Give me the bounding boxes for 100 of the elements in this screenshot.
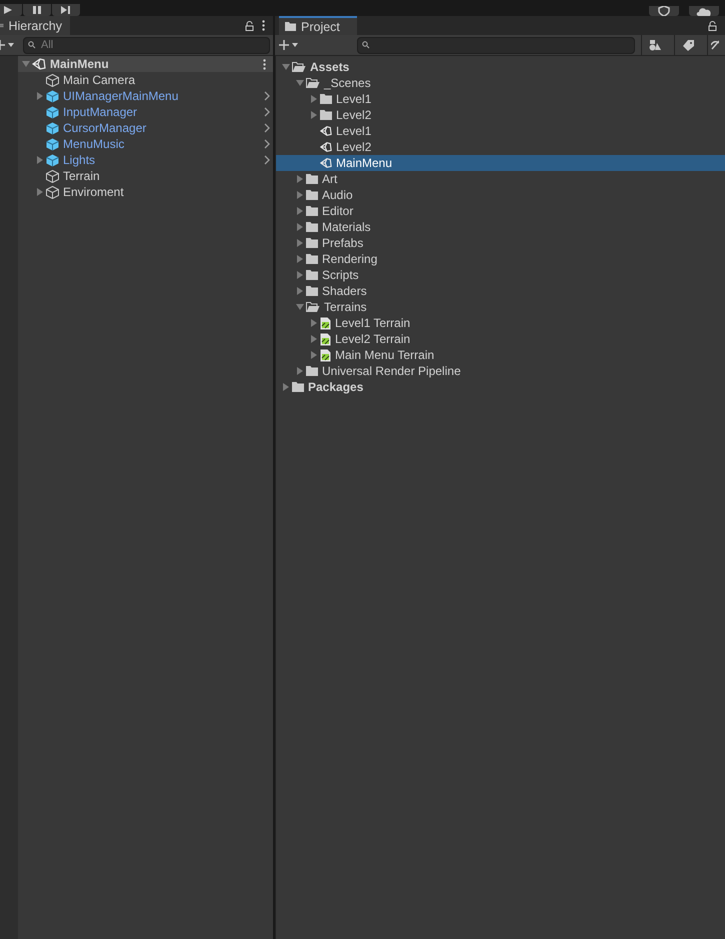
folder-name[interactable]: Prefabs xyxy=(322,236,364,250)
add-icon[interactable] xyxy=(0,40,17,50)
object-name[interactable]: InputManager xyxy=(63,105,138,119)
collapsed-arrow-icon[interactable] xyxy=(310,319,318,327)
folder-icon xyxy=(306,238,318,248)
folder-name[interactable]: Terrains xyxy=(324,300,367,314)
collapsed-arrow-icon[interactable] xyxy=(296,271,304,279)
terrain-file-icon xyxy=(320,332,331,346)
terrain-file-icon xyxy=(320,348,331,362)
folder-name[interactable]: Assets xyxy=(310,60,350,74)
terrain-file-icon xyxy=(320,316,331,330)
unity-logo-icon xyxy=(320,157,332,169)
folder-name[interactable]: Universal Render Pipeline xyxy=(322,364,461,378)
pause-icon xyxy=(33,6,41,14)
services-button[interactable] xyxy=(649,6,679,16)
hierarchy-tab[interactable]: Hierarchy xyxy=(0,16,70,35)
collapsed-arrow-icon[interactable] xyxy=(296,255,304,263)
collapsed-arrow-icon[interactable] xyxy=(282,383,290,391)
expanded-arrow-icon[interactable] xyxy=(296,79,304,87)
step-icon xyxy=(61,6,71,14)
collapsed-arrow-icon[interactable] xyxy=(296,175,304,183)
object-name[interactable]: Enviroment xyxy=(63,185,124,199)
asset-name[interactable]: Main Menu Terrain xyxy=(335,348,434,362)
collapsed-arrow-icon[interactable] xyxy=(310,95,318,103)
folder-name[interactable]: Art xyxy=(322,172,338,186)
add-icon[interactable] xyxy=(279,40,301,50)
folder-name[interactable]: Editor xyxy=(322,204,354,218)
collapsed-arrow-icon[interactable] xyxy=(296,239,304,247)
lock-icon[interactable] xyxy=(245,20,254,30)
cube-icon xyxy=(46,138,59,150)
collapsed-arrow-icon[interactable] xyxy=(310,335,318,343)
folder-icon xyxy=(306,286,318,296)
shield-icon xyxy=(658,6,670,16)
folder-name[interactable]: Scripts xyxy=(322,268,359,282)
collapsed-arrow-icon[interactable] xyxy=(36,156,44,164)
object-name[interactable]: MenuMusic xyxy=(63,137,124,151)
more-icon[interactable] xyxy=(262,20,265,31)
pause-button[interactable] xyxy=(23,4,51,16)
object-name[interactable]: CursorManager xyxy=(63,121,146,135)
collapsed-arrow-icon[interactable] xyxy=(296,207,304,215)
folder-icon xyxy=(285,22,296,31)
folder-icon xyxy=(306,222,318,232)
expanded-arrow-icon[interactable] xyxy=(22,60,30,68)
project-tab[interactable]: Project xyxy=(279,16,357,35)
folder-icon xyxy=(306,206,318,216)
collapsed-arrow-icon[interactable] xyxy=(296,191,304,199)
cube-icon xyxy=(46,154,59,166)
collapsed-arrow-icon[interactable] xyxy=(296,367,304,375)
collapsed-arrow-icon[interactable] xyxy=(310,111,318,119)
cube-outline-icon xyxy=(46,74,59,86)
folder-name[interactable]: Rendering xyxy=(322,252,378,266)
folder-name[interactable]: _Scenes xyxy=(324,76,371,90)
folder-name[interactable]: Level1 xyxy=(336,92,372,106)
folder-name[interactable]: Shaders xyxy=(322,284,367,298)
folder-icon xyxy=(306,366,318,376)
object-name[interactable]: Lights xyxy=(63,153,96,167)
cube-icon xyxy=(46,122,59,134)
collapsed-arrow-icon[interactable] xyxy=(296,287,304,295)
collapsed-arrow-icon[interactable] xyxy=(36,92,44,100)
folder-name[interactable]: Audio xyxy=(322,188,353,202)
asset-name[interactable]: Level2 xyxy=(336,140,372,154)
open-folder-icon xyxy=(292,62,306,72)
asset-name[interactable]: Level1 xyxy=(336,124,372,138)
search-field[interactable]: All xyxy=(23,36,270,54)
folder-name[interactable]: Level2 xyxy=(336,108,372,122)
folder-name[interactable]: Materials xyxy=(322,220,371,234)
cloud-button[interactable] xyxy=(689,6,719,16)
cube-icon xyxy=(46,90,59,102)
object-name[interactable]: Main Camera xyxy=(63,73,136,87)
unity-logo-icon xyxy=(320,125,332,137)
folder-icon xyxy=(306,190,318,200)
object-name[interactable]: UIManagerMainMenu xyxy=(63,89,178,103)
search-icon xyxy=(28,40,37,48)
folder-icon xyxy=(306,270,318,280)
folder-icon xyxy=(320,110,332,120)
step-button[interactable] xyxy=(52,4,80,16)
folder-name[interactable]: Packages xyxy=(308,380,364,394)
search-field[interactable] xyxy=(357,36,635,54)
collapsed-arrow-icon[interactable] xyxy=(296,223,304,231)
expanded-arrow-icon[interactable] xyxy=(282,63,290,71)
search-icon xyxy=(362,40,371,48)
asset-name[interactable]: MainMenu xyxy=(336,156,392,170)
unity-logo-icon xyxy=(32,58,46,70)
shapes-icon xyxy=(649,40,661,50)
lock-icon[interactable] xyxy=(708,20,717,30)
folder-icon xyxy=(306,174,318,184)
asset-name[interactable]: Level1 Terrain xyxy=(335,316,410,330)
cube-outline-icon xyxy=(46,170,59,182)
cube-icon xyxy=(46,106,59,118)
play-button[interactable] xyxy=(0,4,22,16)
unity-logo-icon xyxy=(320,141,332,153)
more-icon[interactable] xyxy=(263,58,266,70)
tag-icon xyxy=(682,40,694,50)
asset-name[interactable]: Level2 Terrain xyxy=(335,332,410,346)
open-folder-icon xyxy=(306,302,320,312)
object-name[interactable]: Terrain xyxy=(63,169,100,183)
collapsed-arrow-icon[interactable] xyxy=(310,351,318,359)
expanded-arrow-icon[interactable] xyxy=(296,303,304,311)
folder-icon xyxy=(306,254,318,264)
collapsed-arrow-icon[interactable] xyxy=(36,188,44,196)
